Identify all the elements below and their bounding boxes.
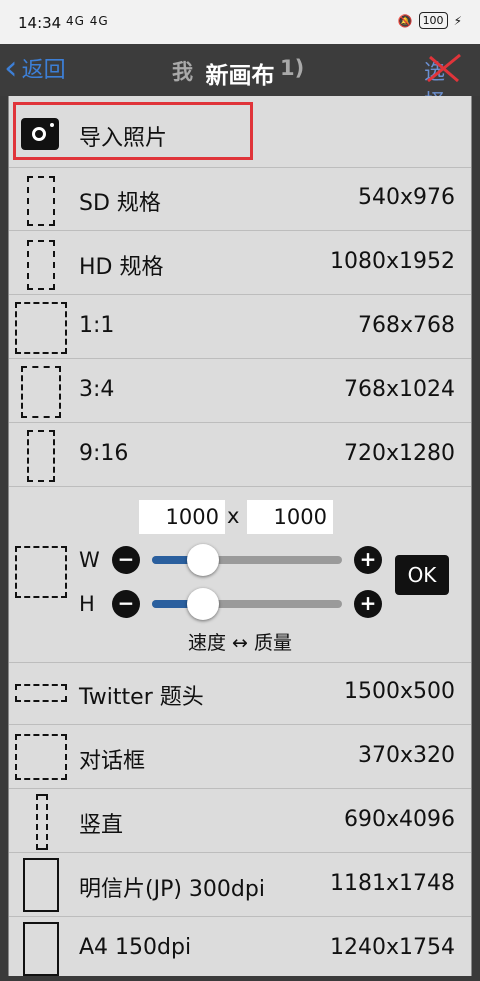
preset-size: 768x1024: [344, 377, 455, 402]
canvas-shape-icon: [36, 794, 48, 850]
signal-icon: 4G 4G: [66, 14, 109, 28]
preset-size: 1080x1952: [330, 249, 455, 274]
size-separator: x: [227, 504, 240, 528]
dialog-title: 新画布: [205, 63, 275, 89]
preset-size: 690x4096: [344, 807, 455, 832]
preset-size: 540x976: [357, 185, 455, 210]
width-slider-thumb[interactable]: [187, 544, 220, 576]
preset-row[interactable]: Twitter 题头 1500x500: [9, 662, 471, 725]
preset-size: 1181x1748: [330, 871, 455, 896]
width-input[interactable]: 1000: [139, 500, 225, 534]
height-slider[interactable]: [152, 600, 342, 608]
preset-label: 1:1: [79, 313, 115, 338]
canvas-shape-icon: [27, 176, 55, 226]
battery-icon: 100: [418, 12, 448, 29]
canvas-shape-icon: [15, 684, 67, 702]
ok-button[interactable]: OK: [395, 555, 449, 595]
canvas-shape-icon: [21, 366, 61, 418]
status-bar: 14:34 4G 4G 🔕 100 ⚡: [0, 0, 480, 44]
preset-row[interactable]: 对话框 370x320: [9, 726, 471, 789]
preset-row[interactable]: HD 规格 1080x1952: [9, 232, 471, 295]
width-slider-label: W: [79, 548, 100, 572]
preset-row[interactable]: 明信片(JP) 300dpi 1181x1748: [9, 854, 471, 917]
preset-label: HD 规格: [79, 255, 164, 280]
height-slider-label: H: [79, 592, 95, 616]
new-canvas-dialog: 导入照片 SD 规格 540x976 HD 规格 1080x1952 1:1 7…: [8, 96, 472, 976]
preset-size: 1240x1754: [330, 935, 455, 960]
width-slider[interactable]: [152, 556, 342, 564]
height-slider-thumb[interactable]: [187, 588, 220, 620]
preset-row[interactable]: SD 规格 540x976: [9, 168, 471, 231]
close-icon[interactable]: [422, 51, 466, 85]
camera-icon: [21, 118, 59, 150]
preset-size: 370x320: [357, 743, 455, 768]
preset-label: 9:16: [79, 441, 129, 466]
height-input[interactable]: 1000: [247, 500, 333, 534]
height-decrease-button[interactable]: −: [112, 590, 140, 618]
preset-label: 明信片(JP) 300dpi: [79, 877, 265, 902]
app-header: ‹ 返回 我 1) 新画布 选择: [0, 44, 480, 114]
canvas-shape-icon: [23, 858, 59, 912]
speed-quality-label: 速度 ↔ 质量: [188, 632, 292, 654]
preset-size: 1500x500: [344, 679, 455, 704]
preset-row[interactable]: 9:16 720x1280: [9, 424, 471, 487]
preset-row[interactable]: 3:4 768x1024: [9, 360, 471, 423]
preset-row[interactable]: 1:1 768x768: [9, 296, 471, 359]
canvas-shape-icon: [15, 734, 67, 780]
preset-size: 720x1280: [344, 441, 455, 466]
select-button[interactable]: 选择: [422, 51, 466, 114]
preset-row[interactable]: 竖直 690x4096: [9, 790, 471, 853]
status-right: 🔕 100 ⚡: [398, 12, 462, 29]
canvas-shape-icon: [15, 302, 67, 354]
custom-size-panel: 1000 x 1000 W − + H − + OK 速度 ↔ 质量: [9, 488, 471, 663]
height-increase-button[interactable]: +: [354, 590, 382, 618]
preset-label: 3:4: [79, 377, 115, 402]
preset-label: Twitter 题头: [79, 685, 204, 710]
width-decrease-button[interactable]: −: [112, 546, 140, 574]
canvas-shape-icon: [27, 430, 55, 482]
status-time: 14:34: [18, 14, 62, 32]
width-increase-button[interactable]: +: [354, 546, 382, 574]
preset-label: 竖直: [79, 813, 124, 838]
canvas-shape-icon: [15, 546, 67, 598]
mute-icon: 🔕: [397, 13, 413, 28]
import-label: 导入照片: [79, 126, 168, 151]
canvas-shape-icon: [27, 240, 55, 290]
preset-label: 对话框: [79, 749, 146, 774]
charging-icon: ⚡: [453, 13, 462, 28]
import-photo-row[interactable]: 导入照片: [9, 96, 471, 168]
canvas-shape-icon: [23, 922, 59, 976]
preset-row[interactable]: A4 150dpi 1240x1754: [9, 918, 471, 981]
preset-label: SD 规格: [79, 191, 161, 216]
preset-label: A4 150dpi: [79, 935, 192, 960]
preset-size: 768x768: [357, 313, 455, 338]
